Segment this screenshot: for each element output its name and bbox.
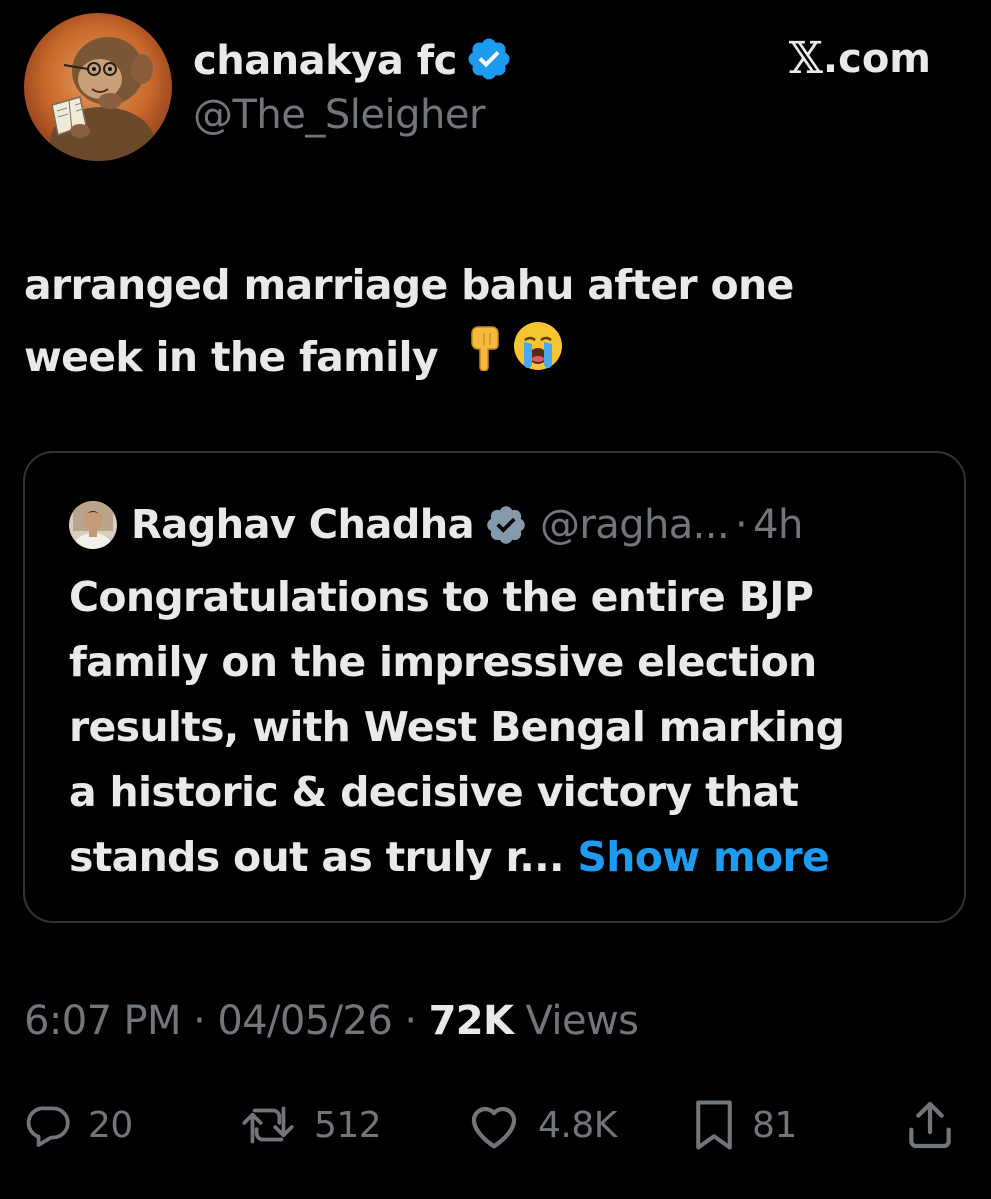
like-count: 4.8K xyxy=(538,1104,617,1146)
quoted-text-line: family on the impressive election xyxy=(69,638,817,686)
backhand-index-pointing-down-icon xyxy=(468,322,502,392)
tweet-text: arranged marriage bahu after one week in… xyxy=(24,250,944,393)
separator-dot: · xyxy=(392,998,429,1044)
quoted-text-truncated: stands out as truly r... xyxy=(69,833,565,881)
tweet-time[interactable]: 6:07 PM xyxy=(24,998,182,1044)
loudly-crying-face-icon xyxy=(512,320,564,393)
site-suffix: .com xyxy=(822,35,931,82)
monkey-reading-book-avatar xyxy=(24,13,172,161)
author-avatar[interactable] xyxy=(24,13,172,161)
quoted-text-last-line: stands out as truly r... Show more xyxy=(69,825,949,890)
person-avatar-icon xyxy=(69,501,117,549)
separator-dot: · xyxy=(180,998,218,1044)
repost-count: 512 xyxy=(314,1104,382,1146)
quoted-text-line: results, with West Bengal marking xyxy=(69,703,845,751)
like-button[interactable]: 4.8K xyxy=(464,1090,617,1160)
author-name-row[interactable]: chanakya fc xyxy=(193,33,513,89)
bookmark-icon xyxy=(696,1100,732,1150)
share-icon xyxy=(909,1101,951,1149)
quoted-tweet-time[interactable]: 4h xyxy=(753,502,803,548)
heart-icon xyxy=(471,1106,517,1149)
tweet-date[interactable]: 04/05/26 xyxy=(217,998,392,1044)
views-count: 72K xyxy=(428,998,514,1044)
quoted-tweet-header: Raghav Chadha @ragha... · 4h xyxy=(69,497,803,553)
views-label: Views xyxy=(513,998,639,1044)
author-handle[interactable]: @The_Sleigher xyxy=(193,92,485,138)
tweet-meta: 6:07 PM · 04/05/26 · 72K Views xyxy=(24,998,639,1044)
quoted-author-handle[interactable]: @ragha... xyxy=(540,502,730,548)
reply-icon xyxy=(26,1106,70,1147)
repost-icon xyxy=(242,1106,294,1144)
gray-verified-badge-icon xyxy=(487,506,525,544)
author-display-name[interactable]: chanakya fc xyxy=(193,38,457,84)
x-logo-icon: 𝕏 xyxy=(788,33,823,84)
quoted-author-avatar[interactable] xyxy=(69,501,117,549)
bookmark-count: 81 xyxy=(752,1104,797,1146)
tweet-text-line-2-text: week in the family xyxy=(24,332,439,381)
tweet-text-line-2: week in the family xyxy=(24,320,944,393)
share-button[interactable] xyxy=(902,1090,958,1160)
tweet-text-line-1: arranged marriage bahu after one xyxy=(24,261,794,309)
quoted-text-line: Congratulations to the entire BJP xyxy=(69,573,814,621)
verified-badge-icon xyxy=(468,38,510,80)
site-label: 𝕏 .com xyxy=(789,33,931,84)
action-bar: 20 512 4.8K 81 xyxy=(0,1090,991,1160)
separator-dot: · xyxy=(735,502,748,548)
show-more-link[interactable]: Show more xyxy=(577,833,829,881)
reply-count: 20 xyxy=(88,1104,133,1146)
quoted-tweet-card[interactable]: Raghav Chadha @ragha... · 4h Congratulat… xyxy=(23,451,966,923)
repost-button[interactable]: 512 xyxy=(238,1090,382,1160)
quoted-text-line: a historic & decisive victory that xyxy=(69,768,799,816)
bookmark-button[interactable]: 81 xyxy=(690,1090,797,1160)
quoted-tweet-text: Congratulations to the entire BJP family… xyxy=(69,565,949,890)
quoted-author-name[interactable]: Raghav Chadha xyxy=(131,502,475,548)
reply-button[interactable]: 20 xyxy=(24,1090,133,1160)
